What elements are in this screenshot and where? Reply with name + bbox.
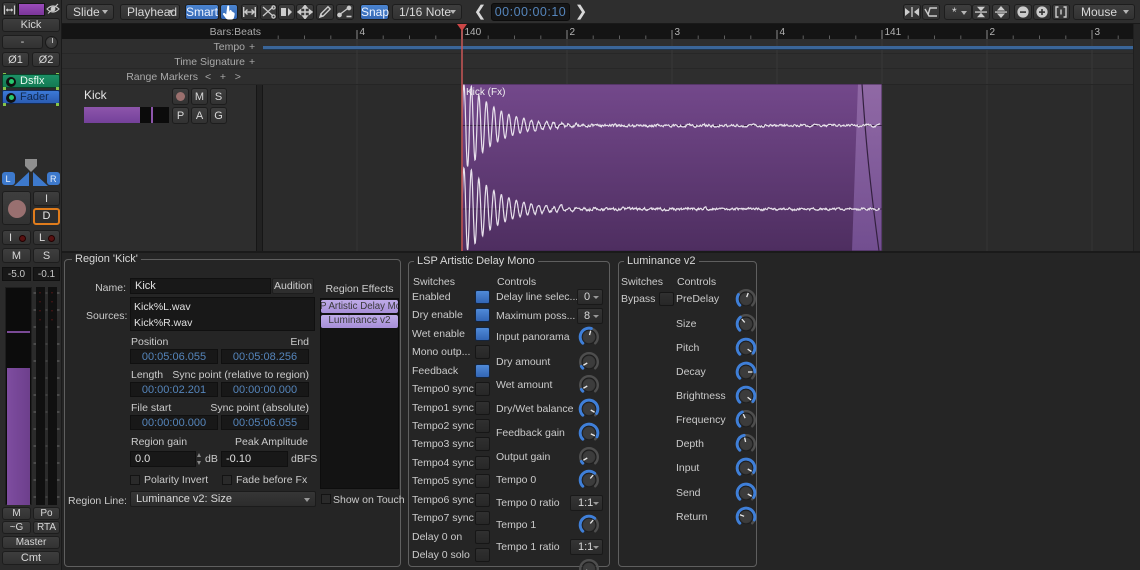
svg-text:3: 3 <box>1095 27 1101 38</box>
svg-text:Kick (Fx): Kick (Fx) <box>466 87 505 98</box>
svg-text:141: 141 <box>885 27 902 38</box>
svg-text:2: 2 <box>990 27 996 38</box>
svg-text:4: 4 <box>360 27 366 38</box>
svg-text:R: R <box>50 174 57 184</box>
svg-text:2: 2 <box>570 27 576 38</box>
svg-text:4: 4 <box>780 27 786 38</box>
svg-text:L: L <box>6 174 11 184</box>
svg-text:140: 140 <box>465 27 482 38</box>
svg-text:3: 3 <box>675 27 681 38</box>
